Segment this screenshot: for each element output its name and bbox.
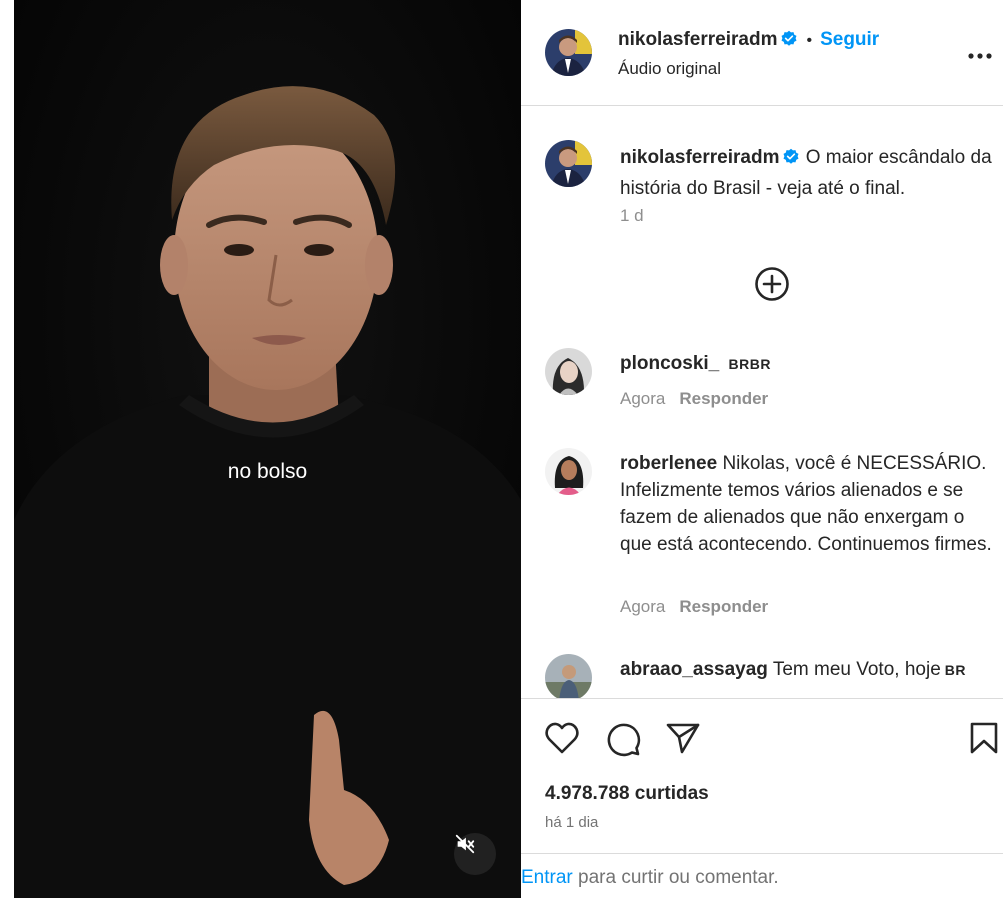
caption-username[interactable]: nikolasferreiradm xyxy=(620,147,779,168)
login-prompt-text: para curtir ou comentar. xyxy=(572,867,779,888)
comments-list[interactable]: ploncoski_ BRBR Agora Responder roberlene… xyxy=(521,330,1003,698)
share-button[interactable] xyxy=(665,721,701,760)
likes-count[interactable]: 4.978.788 curtidas xyxy=(545,783,709,805)
login-prompt-bar: Entrar para curtir ou comentar. xyxy=(521,853,1003,898)
comment-username[interactable]: abraao_assayag xyxy=(620,659,768,680)
follow-button[interactable]: Seguir xyxy=(820,29,879,50)
audio-label[interactable]: Áudio original xyxy=(618,59,721,79)
verified-badge-icon xyxy=(782,147,800,175)
speaker-muted-icon xyxy=(455,834,475,854)
comment-username[interactable]: roberlenee xyxy=(620,453,717,474)
avatar-image xyxy=(545,140,592,187)
comment-button[interactable] xyxy=(605,721,641,762)
avatar-image xyxy=(545,29,592,76)
comment-meta: Agora Responder xyxy=(620,389,768,409)
header-user-line: nikolasferreiradm • Seguir xyxy=(618,29,879,53)
post-header: nikolasferreiradm • Seguir Áudio original xyxy=(521,0,1003,106)
video-subtitle: no bolso xyxy=(227,460,308,483)
save-button[interactable] xyxy=(969,721,999,760)
post-panel: nikolasferreiradm • Seguir Áudio original … xyxy=(521,0,1003,898)
avatar-image xyxy=(545,448,592,495)
comment-bubble-icon xyxy=(607,723,641,757)
comment-username[interactable]: ploncoski_ xyxy=(620,353,719,374)
caption-avatar[interactable] xyxy=(545,140,592,187)
video-frame xyxy=(14,0,521,898)
avatar-image xyxy=(545,348,592,395)
login-link[interactable]: Entrar xyxy=(521,867,573,888)
bookmark-icon xyxy=(970,722,998,754)
comment-text: Tem meu Voto, hoje xyxy=(772,659,941,680)
mute-button[interactable] xyxy=(454,833,496,875)
like-button[interactable] xyxy=(544,721,580,760)
posted-ago[interactable]: há 1 dia xyxy=(545,814,598,831)
comment-flag-tag: BR xyxy=(944,662,966,678)
video-player[interactable]: no bolso xyxy=(14,0,521,898)
reply-button[interactable]: Responder xyxy=(679,389,768,408)
comment-time[interactable]: Agora xyxy=(620,597,665,616)
heart-icon xyxy=(545,722,579,754)
author-username[interactable]: nikolasferreiradm xyxy=(618,29,777,50)
caption-time[interactable]: 1 d xyxy=(620,206,644,226)
author-avatar[interactable] xyxy=(545,29,592,76)
separator-dot: • xyxy=(806,32,813,49)
comment-meta: Agora Responder xyxy=(620,597,768,617)
comment-body: roberlenee Nikolas, você é NECESSÁRIO. I… xyxy=(620,450,1000,558)
commenter-avatar[interactable] xyxy=(545,348,592,395)
more-options-icon xyxy=(968,53,992,59)
commenter-avatar[interactable] xyxy=(545,654,592,698)
page-margin xyxy=(0,0,14,898)
load-more-comments-button[interactable] xyxy=(754,266,790,302)
comment-body: ploncoski_ BRBR xyxy=(620,350,1000,378)
plus-circle-icon xyxy=(755,267,789,301)
reply-button[interactable]: Responder xyxy=(679,597,768,616)
post-actions: 4.978.788 curtidas há 1 dia xyxy=(521,698,1003,853)
verified-badge-icon xyxy=(780,30,798,53)
commenter-avatar[interactable] xyxy=(545,448,592,495)
login-prompt: Entrar para curtir ou comentar. xyxy=(521,867,779,889)
avatar-image xyxy=(545,654,592,698)
caption-text-block: nikolasferreiradm O maior escândalo da h… xyxy=(620,144,1000,203)
comment-body: abraao_assayag Tem meu Voto, hoje BR xyxy=(620,656,1000,684)
comment-flag-tag: BRBR xyxy=(728,356,771,372)
paper-plane-icon xyxy=(666,723,700,754)
comment-time[interactable]: Agora xyxy=(620,389,665,408)
more-options-button[interactable] xyxy=(967,47,993,65)
